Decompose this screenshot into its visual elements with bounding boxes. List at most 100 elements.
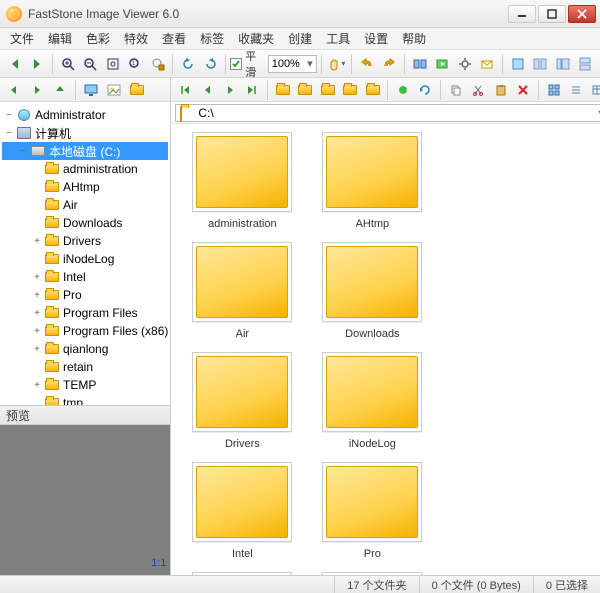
app-icon: [6, 6, 22, 22]
lock-zoom-button[interactable]: [147, 53, 168, 75]
next-button[interactable]: [219, 79, 240, 101]
zoom-ratio-label: 1:1: [151, 557, 166, 569]
tree-row[interactable]: +Pro: [2, 286, 168, 304]
view-details-icon[interactable]: [588, 79, 600, 101]
smooth-checkbox[interactable]: [230, 58, 242, 70]
maximize-button[interactable]: [538, 5, 566, 23]
zoom-fit-button[interactable]: [102, 53, 123, 75]
folder-tree[interactable]: −Administrator −计算机 −本地磁盘 (C:) administr…: [0, 102, 170, 405]
zoom-in-button[interactable]: [57, 53, 78, 75]
tree-row[interactable]: AHtmp: [2, 178, 168, 196]
path-input[interactable]: C:\ ▾: [175, 104, 600, 122]
delete-icon[interactable]: [512, 79, 533, 101]
first-button[interactable]: [174, 79, 195, 101]
menu-favorites[interactable]: 收藏夹: [232, 28, 280, 49]
hand-tool-button[interactable]: ▾: [326, 53, 347, 75]
pictures-icon[interactable]: [103, 79, 125, 101]
menu-help[interactable]: 帮助: [396, 28, 432, 49]
cut-icon[interactable]: [468, 79, 489, 101]
thumbnail-item[interactable]: iNodeLog: [317, 352, 427, 450]
close-button[interactable]: [568, 5, 596, 23]
folder-open-icon[interactable]: [272, 79, 293, 101]
thumbnail-item[interactable]: Intel: [187, 462, 297, 560]
rotate-right-button[interactable]: [200, 53, 221, 75]
status-spacer: [0, 576, 334, 593]
tree-up-button[interactable]: [49, 79, 71, 101]
tree-row-computer[interactable]: −计算机: [2, 124, 168, 142]
tree-next-button[interactable]: [26, 79, 48, 101]
window-title: FastStone Image Viewer 6.0: [28, 7, 508, 21]
documents-icon[interactable]: [126, 79, 148, 101]
folder-copy-icon[interactable]: [362, 79, 383, 101]
zoom-out-button[interactable]: [79, 53, 100, 75]
settings-button[interactable]: [454, 53, 475, 75]
refresh-icon[interactable]: [415, 79, 436, 101]
desktop-icon[interactable]: [80, 79, 102, 101]
tag-green-icon[interactable]: [392, 79, 413, 101]
right-panel: 图像 C:\ ▾ administrationAHtmpAirDownloads…: [171, 78, 600, 575]
right-toolbar: 图像: [171, 78, 600, 102]
zoom-level-input[interactable]: 100%▾: [268, 55, 317, 73]
zoom-actual-button[interactable]: 1: [124, 53, 145, 75]
thumbnail-item[interactable]: Air: [187, 242, 297, 340]
compare-button[interactable]: [409, 53, 430, 75]
menu-view[interactable]: 查看: [156, 28, 192, 49]
minimize-button[interactable]: [508, 5, 536, 23]
slideshow-button[interactable]: [431, 53, 452, 75]
redo-button[interactable]: [379, 53, 400, 75]
thumbnail-item[interactable]: administration: [187, 132, 297, 230]
tree-row-admin[interactable]: −Administrator: [2, 106, 168, 124]
menu-tags[interactable]: 标签: [194, 28, 230, 49]
menu-file[interactable]: 文件: [4, 28, 40, 49]
tree-row[interactable]: tmp: [2, 394, 168, 405]
tree-row[interactable]: +Program Files (x86): [2, 322, 168, 340]
thumbnail-item[interactable]: Drivers: [187, 352, 297, 450]
tree-prev-button[interactable]: [3, 79, 25, 101]
email-button[interactable]: [476, 53, 497, 75]
tree-row[interactable]: Downloads: [2, 214, 168, 232]
tree-row[interactable]: +Program Files: [2, 304, 168, 322]
title-bar: FastStone Image Viewer 6.0: [0, 0, 600, 28]
menu-settings[interactable]: 设置: [358, 28, 394, 49]
rotate-left-button[interactable]: [177, 53, 198, 75]
last-button[interactable]: [242, 79, 263, 101]
tree-row[interactable]: Air: [2, 196, 168, 214]
tree-row-disk-c[interactable]: −本地磁盘 (C:): [2, 142, 168, 160]
preview-area: 1:1: [0, 425, 170, 575]
thumbnail-item[interactable]: Pro: [317, 462, 427, 560]
thumbnail-grid[interactable]: administrationAHtmpAirDownloadsDriversiN…: [171, 124, 600, 575]
menu-edit[interactable]: 编辑: [42, 28, 78, 49]
tree-row[interactable]: iNodeLog: [2, 250, 168, 268]
folder-move-icon[interactable]: [339, 79, 360, 101]
layout-2-button[interactable]: [552, 53, 573, 75]
tree-row[interactable]: +TEMP: [2, 376, 168, 394]
tree-row[interactable]: +Intel: [2, 268, 168, 286]
thumbnail-item[interactable]: Downloads: [317, 242, 427, 340]
thumbnail-item[interactable]: [187, 572, 297, 575]
layout-3-button[interactable]: [574, 53, 595, 75]
view-list-icon[interactable]: [565, 79, 586, 101]
nav-forward-button[interactable]: [26, 53, 47, 75]
menu-bar: 文件 编辑 色彩 特效 查看 标签 收藏夹 创建 工具 设置 帮助: [0, 28, 600, 50]
tree-row[interactable]: +qianlong: [2, 340, 168, 358]
folder-fav-icon[interactable]: [295, 79, 316, 101]
preview-header: 预览: [0, 405, 170, 425]
tree-row[interactable]: retain: [2, 358, 168, 376]
undo-button[interactable]: [356, 53, 377, 75]
thumbnail-item[interactable]: AHtmp: [317, 132, 427, 230]
layout-1-button[interactable]: [529, 53, 550, 75]
menu-effect[interactable]: 特效: [118, 28, 154, 49]
tree-row[interactable]: administration: [2, 160, 168, 178]
view-thumbs-icon[interactable]: [543, 79, 564, 101]
paste-icon[interactable]: [490, 79, 511, 101]
folder-new-icon[interactable]: [317, 79, 338, 101]
prev-button[interactable]: [197, 79, 218, 101]
nav-back-button[interactable]: [4, 53, 25, 75]
menu-color[interactable]: 色彩: [80, 28, 116, 49]
copy-icon[interactable]: [445, 79, 466, 101]
tree-row[interactable]: +Drivers: [2, 232, 168, 250]
thumbnail-item[interactable]: [317, 572, 427, 575]
menu-tools[interactable]: 工具: [320, 28, 356, 49]
menu-create[interactable]: 创建: [282, 28, 318, 49]
fullscreen-button[interactable]: [507, 53, 528, 75]
